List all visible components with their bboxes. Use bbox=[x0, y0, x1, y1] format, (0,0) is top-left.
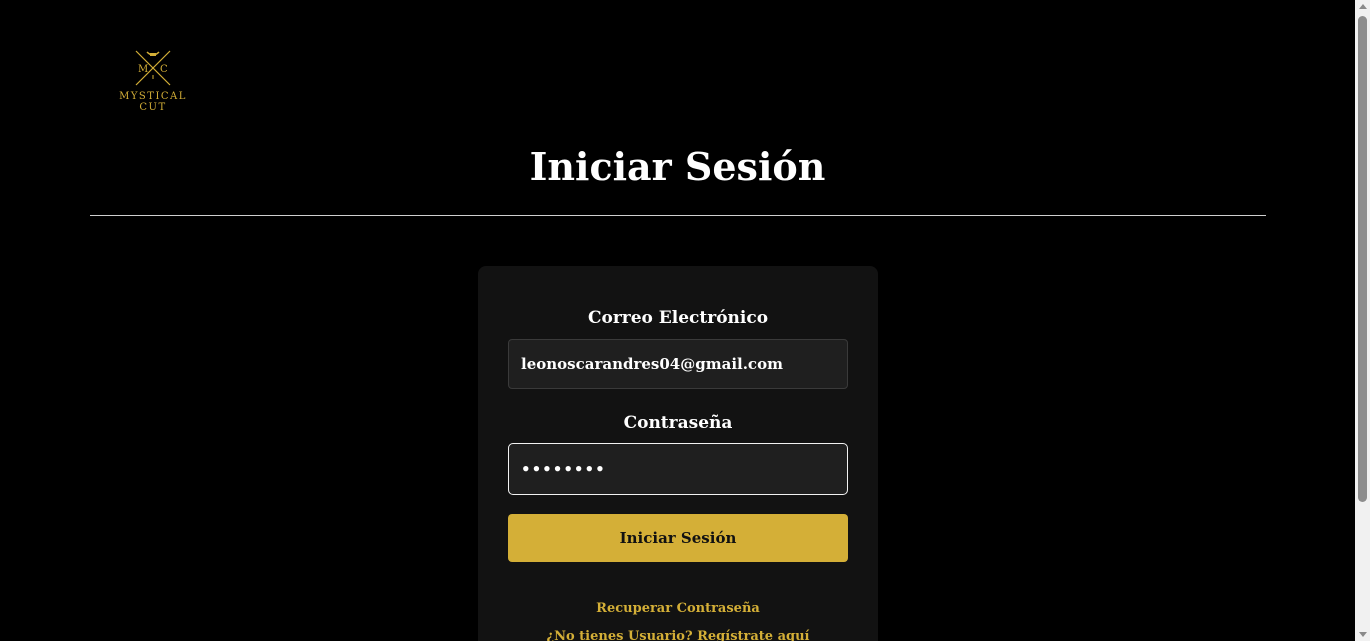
email-label: Correo Electrónico bbox=[587, 308, 769, 328]
login-submit-button[interactable]: Iniciar Sesión bbox=[508, 514, 848, 562]
recover-password-link[interactable]: Recuperar Contraseña bbox=[478, 600, 878, 618]
mystical-cut-logo[interactable]: M C MYSTICAL CUT bbox=[113, 46, 193, 116]
login-page: M C MYSTICAL CUT Iniciar Sesión Correo E… bbox=[0, 0, 1370, 641]
scrollbar-thumb[interactable] bbox=[1358, 16, 1367, 502]
register-link[interactable]: ¿No tienes Usuario? Regístrate aquí bbox=[478, 628, 878, 641]
logo-initial-c: C bbox=[160, 64, 168, 75]
title-divider bbox=[90, 215, 1266, 216]
logo-initial-m: M bbox=[138, 64, 148, 75]
email-field[interactable] bbox=[508, 339, 848, 389]
logo-text-line1: MYSTICAL bbox=[119, 91, 187, 102]
logo-text-line2: CUT bbox=[139, 102, 167, 113]
login-card: Correo Electrónico Contraseña Iniciar Se… bbox=[478, 266, 878, 641]
page-scrollbar[interactable] bbox=[1355, 0, 1370, 641]
page-title: Iniciar Sesión bbox=[529, 144, 826, 189]
scroll-up-arrow-icon[interactable] bbox=[1359, 4, 1367, 9]
password-field[interactable] bbox=[508, 443, 848, 495]
crossed-scissors-logo-icon: M C bbox=[135, 50, 171, 86]
scroll-down-arrow-icon[interactable] bbox=[1359, 632, 1367, 637]
password-label: Contraseña bbox=[623, 413, 733, 433]
